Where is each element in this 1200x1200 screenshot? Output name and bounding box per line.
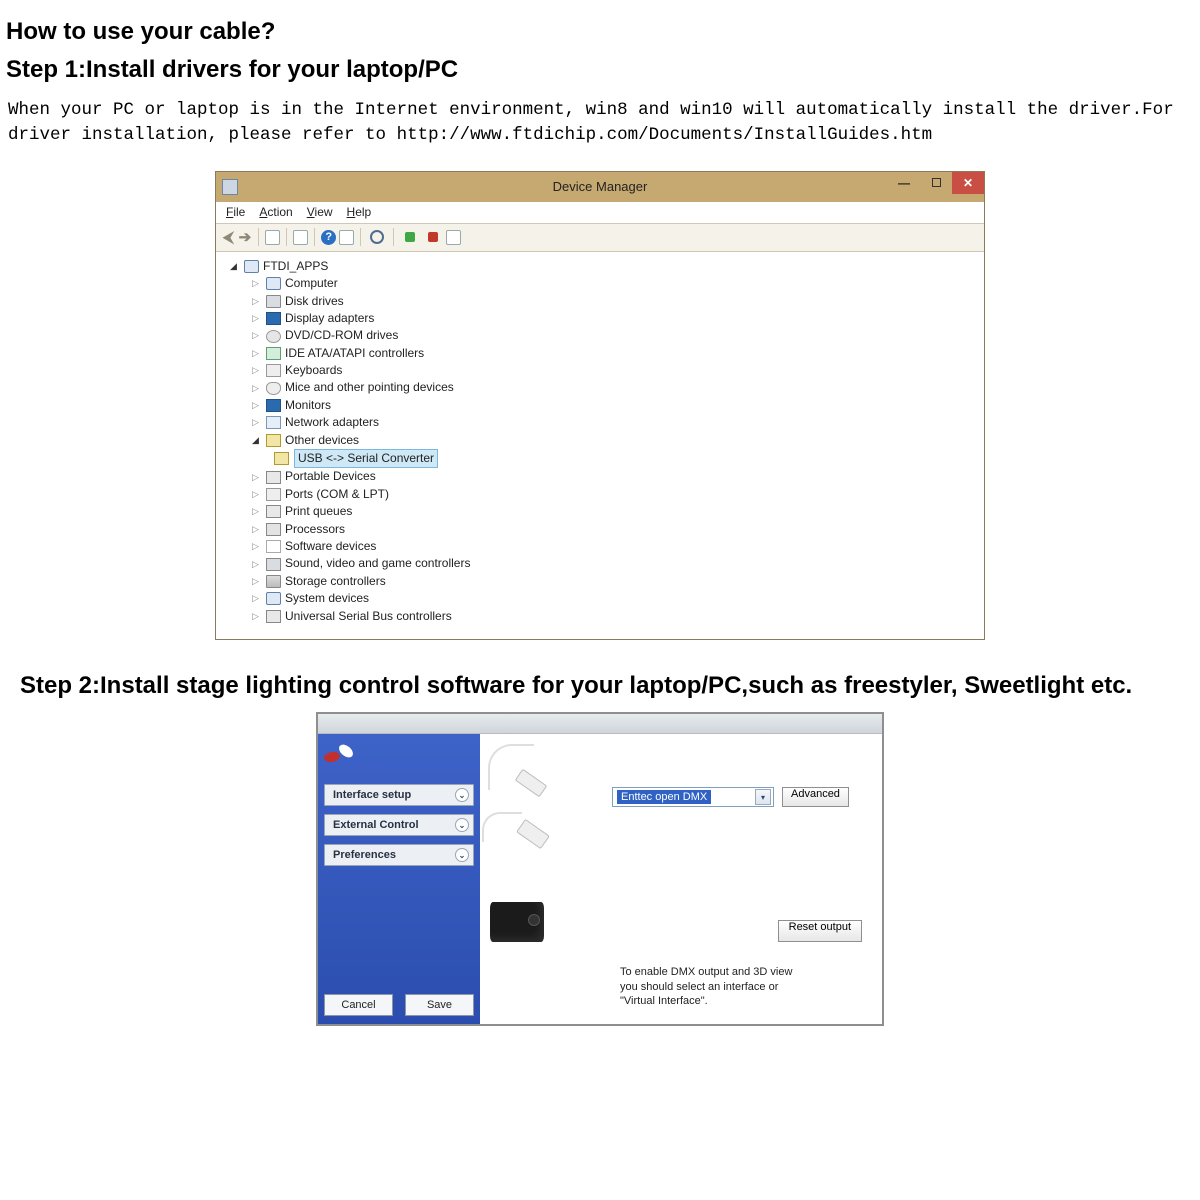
- advanced-button[interactable]: Advanced: [782, 787, 849, 807]
- interface-select-value: Enttec open DMX: [617, 790, 711, 804]
- chip-icon: [266, 347, 281, 360]
- tree-node-ports[interactable]: ▷Ports (COM & LPT): [224, 486, 978, 503]
- dm-titlebar: Device Manager — ✕: [216, 172, 984, 202]
- software-setup-window: Interface setup ⌄ External Control ⌄ Pre…: [316, 712, 884, 1026]
- step2-heading: Step 2:Install stage lighting control so…: [20, 670, 1194, 702]
- menu-file[interactable]: File: [226, 205, 245, 219]
- printer-icon: [266, 505, 281, 518]
- tree-node-network[interactable]: ▷Network adapters: [224, 414, 978, 431]
- cd-icon: [266, 330, 281, 343]
- chevron-down-icon: ⌄: [455, 848, 469, 862]
- menu-view[interactable]: View: [307, 205, 333, 219]
- search-icon[interactable]: [367, 227, 387, 247]
- expand-icon[interactable]: ◢: [230, 260, 240, 273]
- menu-action[interactable]: Action: [259, 205, 292, 219]
- minimize-button[interactable]: —: [888, 172, 920, 194]
- sidebar-item-external-control[interactable]: External Control ⌄: [324, 814, 474, 836]
- computer-icon: [266, 277, 281, 290]
- tree-node-ide[interactable]: ▷IDE ATA/ATAPI controllers: [224, 345, 978, 362]
- tree-node-mice[interactable]: ▷Mice and other pointing devices: [224, 379, 978, 396]
- app-logo-icon: [324, 740, 358, 774]
- help-icon[interactable]: ?: [321, 230, 336, 245]
- tree-node-other[interactable]: ◢Other devices: [224, 432, 978, 449]
- device-tree: ◢ FTDI_APPS ▷Computer ▷Disk drives ▷Disp…: [216, 252, 984, 639]
- interface-select[interactable]: Enttec open DMX ▾: [612, 787, 774, 807]
- dm-menubar: File Action View Help: [216, 202, 984, 224]
- app-icon: [222, 179, 238, 195]
- tree-node-display[interactable]: ▷Display adapters: [224, 310, 978, 327]
- dmx-device-image: [490, 902, 544, 942]
- tree-node-keyboards[interactable]: ▷Keyboards: [224, 362, 978, 379]
- chevron-down-icon: ⌄: [455, 818, 469, 832]
- usb-icon: [266, 610, 281, 623]
- sidebar-item-label: Preferences: [333, 849, 396, 861]
- tree-node-print[interactable]: ▷Print queues: [224, 503, 978, 520]
- hint-text: To enable DMX output and 3D view you sho…: [620, 965, 792, 1008]
- computer-icon: [244, 260, 259, 273]
- root-label: FTDI_APPS: [263, 258, 328, 275]
- tree-node-disk[interactable]: ▷Disk drives: [224, 293, 978, 310]
- intro-paragraph: When your PC or laptop is in the Interne…: [6, 98, 1194, 149]
- tree-node-usb-serial[interactable]: USB <-> Serial Converter: [224, 449, 978, 468]
- props-icon[interactable]: [293, 230, 308, 245]
- tree-node-processors[interactable]: ▷Processors: [224, 521, 978, 538]
- enable-icon[interactable]: [400, 227, 420, 247]
- close-button[interactable]: ✕: [952, 172, 984, 194]
- other-devices-icon: [266, 434, 281, 447]
- dm-toolbar: ⮜ ➔ ?: [216, 224, 984, 252]
- tree-node-computer[interactable]: ▷Computer: [224, 275, 978, 292]
- disk-icon: [266, 295, 281, 308]
- scan-icon[interactable]: [339, 230, 354, 245]
- sidebar-item-label: Interface setup: [333, 789, 411, 801]
- pref-sidebar: Interface setup ⌄ External Control ⌄ Pre…: [318, 734, 480, 1024]
- update-driver-icon[interactable]: [446, 230, 461, 245]
- sidebar-item-preferences[interactable]: Preferences ⌄: [324, 844, 474, 866]
- software-icon: [266, 540, 281, 553]
- tree-node-sound[interactable]: ▷Sound, video and game controllers: [224, 555, 978, 572]
- page-title: How to use your cable?: [6, 18, 1194, 46]
- system-icon: [266, 592, 281, 605]
- menu-help[interactable]: Help: [347, 205, 372, 219]
- maximize-button[interactable]: [920, 172, 952, 194]
- usb-cable-b-image: [482, 812, 562, 852]
- usb-cable-a-image: [486, 748, 558, 802]
- tree-node-monitors[interactable]: ▷Monitors: [224, 397, 978, 414]
- sound-icon: [266, 558, 281, 571]
- cancel-button[interactable]: Cancel: [324, 994, 393, 1016]
- show-hidden-icon[interactable]: [265, 230, 280, 245]
- tree-root[interactable]: ◢ FTDI_APPS: [224, 258, 978, 275]
- tree-node-portable[interactable]: ▷Portable Devices: [224, 468, 978, 485]
- back-icon[interactable]: ⮜: [222, 229, 235, 246]
- keyboard-icon: [266, 364, 281, 377]
- pref-main-panel: Enttec open DMX ▾ Advanced Reset output …: [480, 734, 882, 1024]
- warning-icon: [274, 452, 289, 465]
- pref-titlebar: [318, 714, 882, 734]
- disable-icon[interactable]: [423, 227, 443, 247]
- tree-node-usb[interactable]: ▷Universal Serial Bus controllers: [224, 608, 978, 625]
- network-icon: [266, 416, 281, 429]
- processor-icon: [266, 523, 281, 536]
- chevron-down-icon: ▾: [755, 789, 771, 805]
- tree-node-storage[interactable]: ▷Storage controllers: [224, 573, 978, 590]
- dm-window-title: Device Manager: [216, 179, 984, 194]
- selected-device-label: USB <-> Serial Converter: [294, 449, 438, 468]
- device-manager-window: Device Manager — ✕ File Action View Help…: [215, 171, 985, 640]
- chevron-down-icon: ⌄: [455, 788, 469, 802]
- save-button[interactable]: Save: [405, 994, 474, 1016]
- reset-output-button[interactable]: Reset output: [778, 920, 862, 942]
- display-icon: [266, 312, 281, 325]
- sidebar-item-label: External Control: [333, 819, 419, 831]
- mouse-icon: [266, 382, 281, 395]
- tree-node-dvd[interactable]: ▷DVD/CD-ROM drives: [224, 327, 978, 344]
- storage-icon: [266, 575, 281, 588]
- portable-icon: [266, 471, 281, 484]
- forward-icon[interactable]: ➔: [238, 228, 253, 246]
- port-icon: [266, 488, 281, 501]
- step1-heading: Step 1:Install drivers for your laptop/P…: [6, 56, 1194, 84]
- sidebar-item-interface-setup[interactable]: Interface setup ⌄: [324, 784, 474, 806]
- tree-node-system[interactable]: ▷System devices: [224, 590, 978, 607]
- monitor-icon: [266, 399, 281, 412]
- tree-node-software[interactable]: ▷Software devices: [224, 538, 978, 555]
